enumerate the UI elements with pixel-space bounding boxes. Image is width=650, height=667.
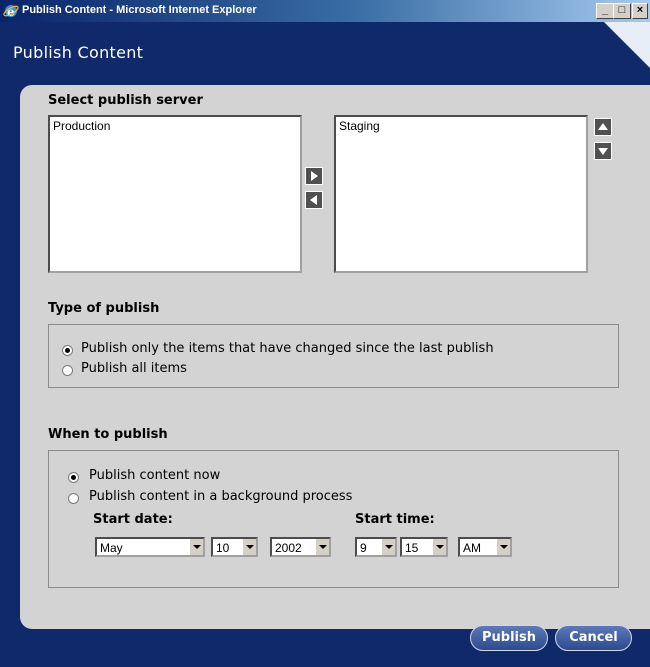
month-select[interactable]: May	[95, 537, 205, 557]
chevron-down-icon[interactable]	[315, 539, 329, 555]
dialog-frame: Publish Content Select publish server Pr…	[0, 22, 650, 667]
move-up-button[interactable]	[594, 118, 612, 136]
day-select[interactable]: 10	[211, 537, 258, 557]
hour-select[interactable]: 9	[355, 537, 397, 557]
year-select[interactable]: 2002	[270, 537, 331, 557]
ampm-select[interactable]: AM	[458, 537, 512, 557]
chevron-down-icon[interactable]	[189, 539, 203, 555]
cancel-button[interactable]: Cancel	[555, 625, 632, 651]
selected-servers-list[interactable]: Staging	[334, 115, 588, 273]
move-left-button[interactable]	[305, 191, 323, 209]
arrow-right-icon	[311, 171, 318, 181]
arrow-down-icon	[598, 148, 608, 155]
available-servers-list[interactable]: Production	[48, 115, 302, 273]
list-item[interactable]: Staging	[339, 119, 583, 133]
type-group: Publish only the items that have changed…	[48, 324, 619, 388]
page-title: Publish Content	[13, 43, 144, 62]
radio-publish-now[interactable]	[68, 472, 79, 483]
option-publish-now-label: Publish content now	[89, 468, 221, 483]
list-item[interactable]: Production	[53, 119, 297, 133]
publish-button[interactable]: Publish	[470, 625, 548, 651]
arrow-left-icon	[310, 195, 317, 205]
window-title-bar[interactable]: e Publish Content - Microsoft Internet E…	[0, 0, 650, 22]
content-panel: Select publish server Production Staging…	[20, 85, 650, 629]
window-title: Publish Content - Microsoft Internet Exp…	[22, 4, 257, 16]
radio-background-process[interactable]	[68, 493, 79, 504]
move-down-button[interactable]	[594, 142, 612, 160]
type-heading: Type of publish	[48, 301, 160, 316]
arrow-up-icon	[598, 123, 608, 130]
when-heading: When to publish	[48, 427, 168, 442]
option-changed-items-label: Publish only the items that have changed…	[81, 341, 494, 356]
when-group: Publish content now Publish content in a…	[48, 450, 619, 588]
server-heading: Select publish server	[48, 93, 203, 108]
option-all-items-label: Publish all items	[81, 361, 187, 376]
minimize-button[interactable]: _	[596, 3, 614, 19]
close-button[interactable]: ×	[632, 3, 648, 19]
maximize-button[interactable]: □	[613, 3, 631, 19]
chevron-down-icon[interactable]	[381, 539, 395, 555]
minute-select[interactable]: 15	[400, 537, 448, 557]
chevron-down-icon[interactable]	[432, 539, 446, 555]
internet-explorer-icon: e	[3, 5, 19, 19]
chevron-down-icon[interactable]	[242, 539, 256, 555]
radio-changed-items[interactable]	[62, 345, 73, 356]
option-background-label: Publish content in a background process	[89, 489, 353, 504]
start-date-label: Start date:	[93, 512, 173, 527]
start-time-label: Start time:	[355, 512, 435, 527]
move-right-button[interactable]	[305, 167, 323, 185]
frame-corner-decoration	[604, 22, 650, 68]
chevron-down-icon[interactable]	[496, 539, 510, 555]
radio-all-items[interactable]	[62, 365, 73, 376]
